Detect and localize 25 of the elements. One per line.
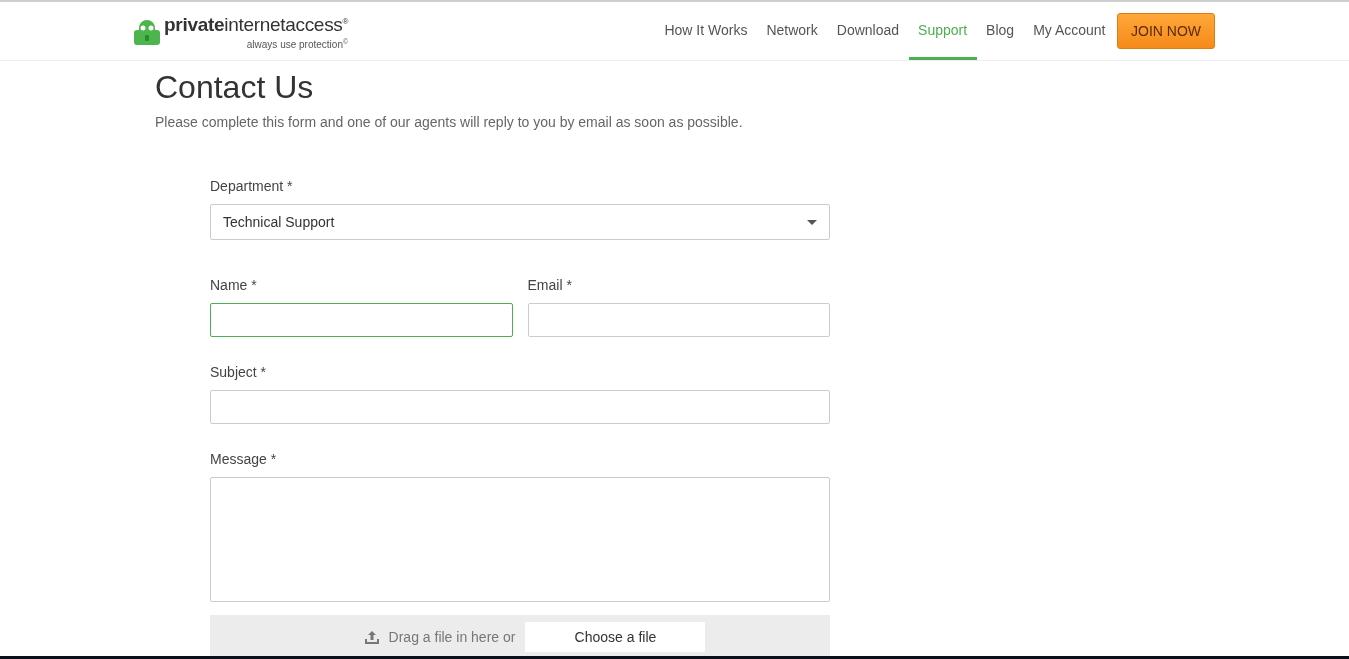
file-drop-zone[interactable]: Drag a file in here or Choose a file — [210, 615, 830, 659]
choose-file-button[interactable]: Choose a file — [525, 622, 706, 652]
upload-icon — [364, 630, 379, 644]
field-label: Department * — [210, 178, 294, 194]
nav-link[interactable]: Network — [756, 2, 828, 60]
page-title: Contact Us — [155, 69, 315, 106]
field-label: Name * — [210, 277, 258, 293]
brand-tagline: always use protection$^{©}$ — [246, 36, 349, 50]
intro-text: Please complete this form and one of our agents will reply to you by email as soon as possible. — [155, 114, 744, 130]
nav-link[interactable]: My Account — [1023, 2, 1115, 60]
drop-hint: Drag a file in here or — [388, 629, 516, 645]
join-now-button[interactable]: JOIN NOW — [1117, 13, 1215, 49]
nav-link[interactable]: Blog — [976, 2, 1024, 60]
field-label: Subject * — [210, 364, 268, 380]
subject-input[interactable] — [210, 390, 830, 424]
field-label: Email * — [527, 277, 573, 293]
message-textarea[interactable] — [210, 477, 830, 602]
nav-link[interactable]: How It Works — [654, 2, 757, 60]
department-select[interactable]: Technical Support — [210, 204, 830, 240]
nav-link[interactable]: Download — [827, 2, 909, 60]
email-input[interactable] — [527, 303, 830, 337]
caret-icon — [807, 219, 817, 225]
brand-name[interactable]: privateinternetaccess$^{®}$ — [164, 12, 349, 36]
name-input[interactable] — [210, 303, 513, 337]
field-label: Message * — [210, 451, 278, 467]
